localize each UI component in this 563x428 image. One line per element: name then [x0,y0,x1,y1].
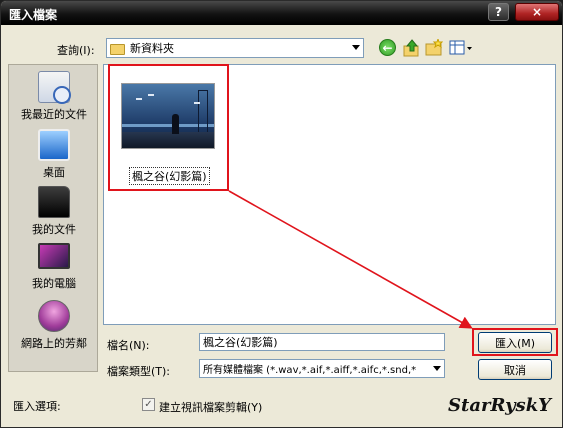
filetype-dropdown[interactable]: 所有媒體檔案 (*.wav,*.aif,*.aiff,*.aifc,*.snd,… [199,359,445,378]
title-bar: 匯入檔案 ? × [1,1,562,25]
place-label: 我的文件 [32,223,76,236]
desktop-icon [38,129,70,161]
close-button[interactable]: × [515,3,559,21]
filename-label: 檔名(N): [107,339,150,352]
network-places-icon [38,300,70,332]
places-bar: 我最近的文件 桌面 我的文件 我的電腦 網路上的芳鄰 [8,64,98,372]
my-documents-icon [38,186,70,218]
place-label: 我的電腦 [32,277,76,290]
filetype-label: 檔案類型(T): [107,365,171,378]
look-in-value: 新資料夾 [130,42,174,55]
back-button[interactable]: ← [379,39,399,57]
help-icon: ? [495,5,502,19]
look-in-label: 查詢(I): [57,44,95,57]
cancel-button[interactable]: 取消 [478,359,552,380]
view-menu-button[interactable] [449,39,473,57]
chevron-down-icon [433,366,441,371]
chevron-down-icon [352,45,360,50]
import-highlight-box [472,328,558,356]
view-menu-icon [449,40,472,55]
place-recent-documents[interactable]: 我最近的文件 [9,71,99,122]
new-folder-icon [425,37,444,56]
import-options-label: 匯入選項: [13,400,61,413]
close-icon: × [531,5,543,19]
new-folder-button[interactable] [425,37,445,57]
create-clip-label: 建立視訊檔案剪輯(Y) [159,401,263,414]
filename-input[interactable]: 楓之谷(幻影篇) [199,333,445,351]
place-desktop[interactable]: 桌面 [9,129,99,180]
filename-value: 楓之谷(幻影篇) [203,336,278,349]
watermark: StarRyskY [448,395,552,416]
import-file-dialog: 匯入檔案 ? × 查詢(I): 新資料夾 ← 我最近的文件 桌面 我的文件 我的… [0,0,563,428]
up-folder-icon [403,39,419,57]
cancel-button-label: 取消 [504,363,526,377]
checkmark-icon: ✓ [144,399,153,410]
recent-documents-icon [38,71,71,104]
folder-icon [110,43,125,55]
help-button[interactable]: ? [488,3,509,21]
back-icon: ← [379,39,396,56]
file-highlight-box [108,64,229,191]
place-my-computer[interactable]: 我的電腦 [9,243,99,291]
look-in-dropdown[interactable]: 新資料夾 [106,38,364,58]
dialog-title: 匯入檔案 [9,8,58,22]
my-computer-icon [38,243,70,269]
place-network[interactable]: 網路上的芳鄰 [9,300,99,351]
place-my-documents[interactable]: 我的文件 [9,186,99,237]
place-label: 桌面 [43,166,65,179]
up-folder-button[interactable] [403,39,423,57]
create-clip-checkbox[interactable]: ✓ [142,398,155,411]
place-label: 我最近的文件 [21,108,87,121]
filetype-value: 所有媒體檔案 (*.wav,*.aif,*.aiff,*.aifc,*.snd,… [203,365,417,376]
place-label: 網路上的芳鄰 [21,337,87,350]
